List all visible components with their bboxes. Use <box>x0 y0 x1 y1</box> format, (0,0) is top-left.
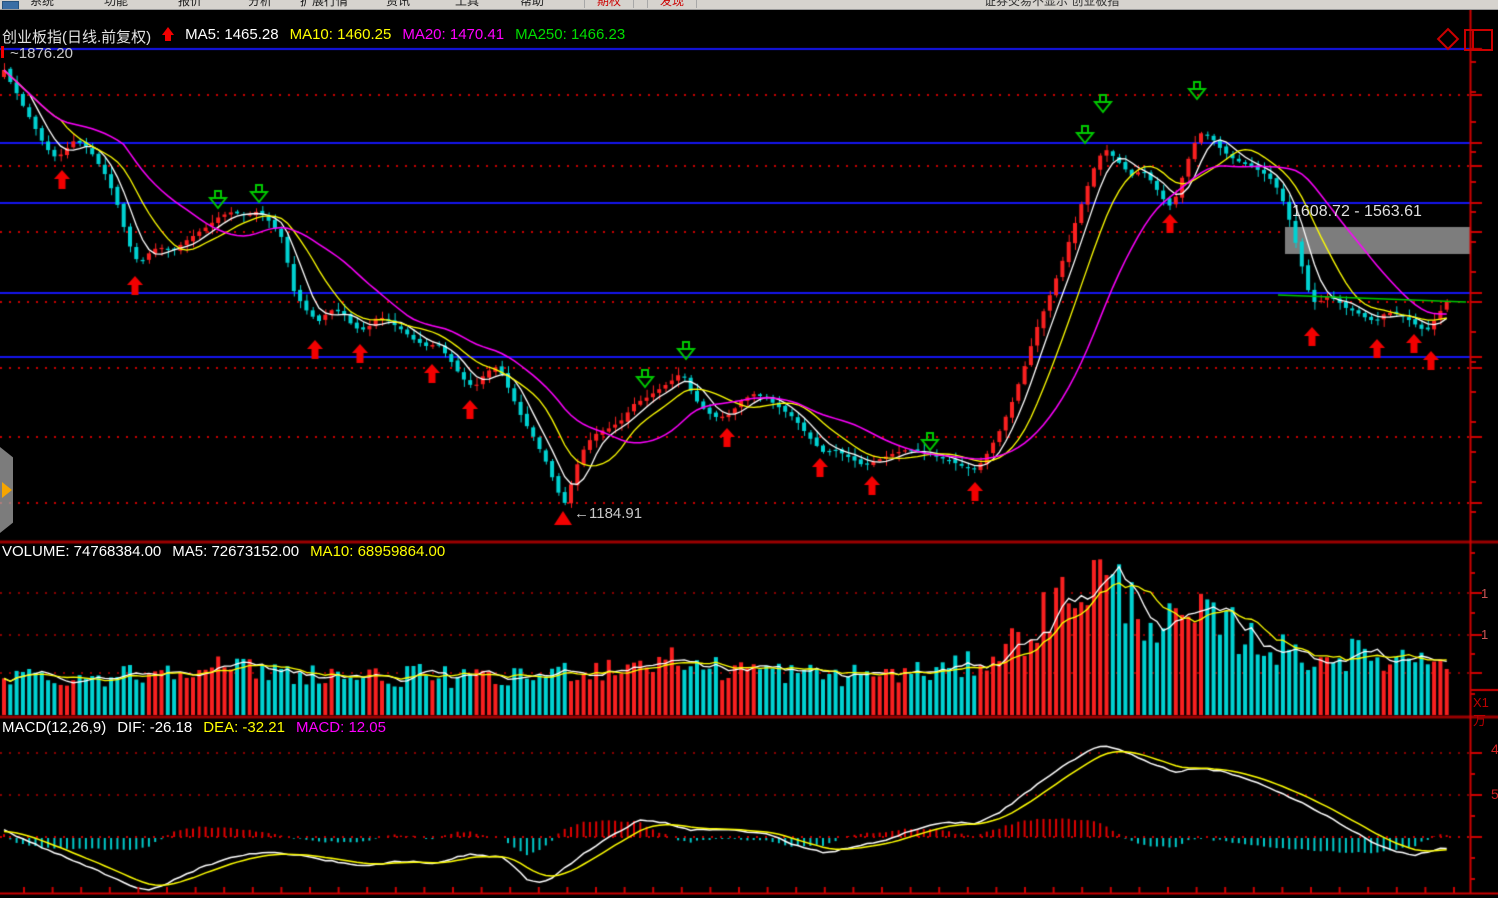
main-ma-value-4: MA250: 1466.23 <box>515 26 625 47</box>
main-ma-value-3: MA20: 1470.41 <box>402 26 504 47</box>
menu-hot-item-2[interactable]: 发现 <box>647 0 697 8</box>
macd-legend: MACD(12,26,9) DIF: -26.18 DEA: -32.21 MACD:… <box>2 719 386 736</box>
low-price-label: ←1184.91 <box>574 505 642 522</box>
volume-legend: VOLUME: 74768384.00 MA5: 72673152.00 MA10:… <box>2 543 445 560</box>
up-arrow-icon <box>162 27 174 35</box>
main-ma-value-1: MA5: 1465.28 <box>185 26 278 47</box>
sidebar-expander-tab[interactable] <box>0 447 13 533</box>
menu-item-6[interactable]: 资讯 <box>386 0 410 8</box>
volume-value-3: MA10: 68959864.00 <box>310 543 445 560</box>
macd-value-2: DIF: -26.18 <box>117 719 192 736</box>
menu-item-3[interactable]: 报价 <box>178 0 202 8</box>
menu-item-7[interactable]: 工具 <box>455 0 479 8</box>
main-chart-legend: 创业板指(日线.前复权) MA5: 1465.28 MA10: 1460.25 MA… <box>2 26 625 47</box>
expander-arrow-icon <box>2 482 12 498</box>
macd-value-3: DEA: -32.21 <box>203 719 285 736</box>
volume-value-2: MA5: 72673152.00 <box>172 543 299 560</box>
macd-value-4: MACD: 12.05 <box>296 719 386 736</box>
menu-hot-item-1[interactable]: 期权 <box>584 0 634 8</box>
macd-axis-tick-2: 5 <box>1491 786 1498 802</box>
split-window-icon[interactable] <box>1464 29 1493 51</box>
menu-item-4[interactable]: 分析 <box>248 0 272 8</box>
volume-axis-tick-2: 1 <box>1481 627 1488 642</box>
menu-bar: 证券交易不显示 创业板指 系统 功能 报价 分析 扩展行情 资讯 工具 帮助 期权 发现 <box>0 0 1498 10</box>
selection-range-label: 1608.72 - 1563.61 <box>1292 203 1422 221</box>
macd-value-1: MACD(12,26,9) <box>2 719 106 736</box>
macd-axis-tick-1: 4 <box>1491 741 1498 757</box>
app-window: 证券交易不显示 创业板指 系统 功能 报价 分析 扩展行情 资讯 工具 帮助 期权 发现 创业板指… <box>0 0 1498 898</box>
menu-right-status: 证券交易不显示 创业板指 <box>984 0 1119 8</box>
chart-canvas[interactable] <box>0 0 1498 898</box>
menu-item-5[interactable]: 扩展行情 <box>300 0 348 8</box>
instrument-title: 创业板指(日线.前复权) <box>2 26 151 47</box>
high-price-label: ~1876.20 <box>10 45 73 62</box>
high-tick-mark <box>1 46 4 58</box>
menu-item-2[interactable]: 功能 <box>104 0 128 8</box>
volume-value-1: VOLUME: 74768384.00 <box>2 543 161 560</box>
app-icon[interactable] <box>2 1 19 10</box>
menu-item-1[interactable]: 系统 <box>30 0 54 8</box>
volume-axis-tick-1: 1 <box>1481 586 1488 601</box>
volume-axis-unit: X1万 <box>1473 695 1497 729</box>
menu-item-8[interactable]: 帮助 <box>520 0 544 8</box>
main-ma-value-2: MA10: 1460.25 <box>290 26 392 47</box>
